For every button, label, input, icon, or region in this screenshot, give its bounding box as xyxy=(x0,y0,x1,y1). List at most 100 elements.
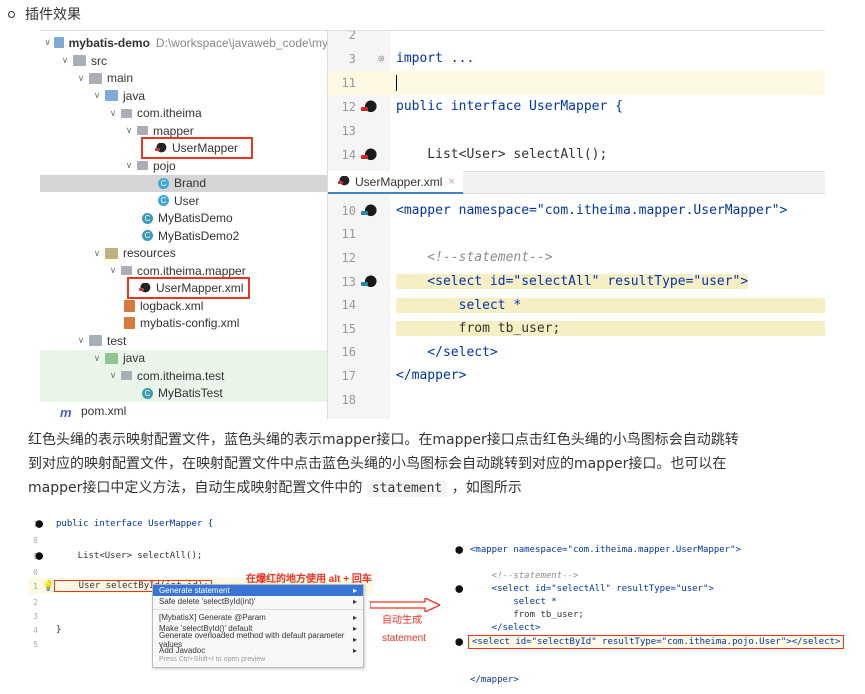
mybatis-bird-icon[interactable] xyxy=(32,551,44,561)
menu-item-generate-param[interactable]: [MybatisX] Generate @Param ▸ xyxy=(153,612,363,623)
tree-row-main[interactable]: ∨ main xyxy=(40,70,327,88)
project-tree: ∨ mybatis-demo D:\workspace\javaweb_code… xyxy=(40,31,328,419)
chevron-right-icon: ▸ xyxy=(352,635,357,644)
tree-label: com.itheima xyxy=(137,106,202,121)
tree-label: MyBatisDemo2 xyxy=(158,228,240,243)
tree-label: com.itheima.mapper xyxy=(137,263,246,278)
tree-row-user[interactable]: C User xyxy=(40,192,327,210)
class-icon: C xyxy=(158,177,169,189)
code-editor[interactable]: 2 3 ⊕ import ... 11 12 public interface … xyxy=(328,31,825,419)
runnable-class-icon: C xyxy=(142,387,153,399)
close-icon[interactable]: × xyxy=(448,176,454,188)
tree-row-brand[interactable]: C Brand xyxy=(40,174,327,192)
chevron-down-icon[interactable]: ∨ xyxy=(92,90,102,101)
tree-label: pojo xyxy=(153,158,176,173)
code-text: </mapper> xyxy=(470,675,519,685)
chevron-down-icon[interactable]: ∨ xyxy=(124,125,134,136)
runnable-class-icon: C xyxy=(142,212,153,224)
tree-row-mybatistest[interactable]: C MyBatisTest xyxy=(40,384,327,402)
xml-file-icon xyxy=(124,299,135,312)
section-heading: 插件效果 xyxy=(8,4,81,24)
mybatis-bird-red-icon[interactable] xyxy=(360,147,378,162)
code-line-current: 11 xyxy=(328,71,825,95)
chevron-down-icon[interactable]: ∨ xyxy=(60,55,70,66)
chevron-down-icon[interactable]: ∨ xyxy=(92,353,102,364)
menu-item-generate-overloaded[interactable]: Generate overloaded method with default … xyxy=(153,631,363,649)
tree-row-pom[interactable]: m pom.xml xyxy=(40,402,327,419)
figure-java-editor: 7 public interface UserMapper { 8 9 List… xyxy=(28,512,373,690)
package-icon xyxy=(121,108,132,118)
chevron-down-icon[interactable]: ∨ xyxy=(108,265,118,276)
code-line: 10 <mapper namespace="com.itheima.mapper… xyxy=(328,199,825,223)
paragraph-text: mapper接口中定义方法，自动生成映射配置文件中的 xyxy=(28,480,367,496)
menu-item-safe-delete[interactable]: Safe delete 'selectById(int)' ▸ xyxy=(153,596,363,607)
chevron-down-icon[interactable]: ∨ xyxy=(124,160,134,171)
folder-icon xyxy=(89,335,102,347)
hint-annotation: 在爆红的地方使用 alt + 回车 xyxy=(246,574,372,585)
tree-label: Brand xyxy=(174,176,207,191)
tree-row-mybatisdemo2[interactable]: C MyBatisDemo2 xyxy=(40,227,327,245)
tree-row-project[interactable]: ∨ mybatis-demo D:\workspace\javaweb_code… xyxy=(40,34,327,52)
chevron-right-icon: ▸ xyxy=(352,597,357,606)
code-line: 8 xyxy=(28,532,373,548)
mybatis-bird-icon[interactable] xyxy=(452,545,464,555)
chevron-right-icon: ▸ xyxy=(352,586,357,595)
tree-row-src[interactable]: ∨ src xyxy=(40,52,327,70)
code-text: public interface UserMapper { xyxy=(396,99,623,115)
chevron-down-icon[interactable]: ∨ xyxy=(44,37,51,48)
chevron-down-icon[interactable]: ∨ xyxy=(76,335,86,346)
code-comment: <!--statement--> xyxy=(396,250,553,266)
mybatis-bird-blue-icon[interactable] xyxy=(360,274,378,289)
line-number: 11 xyxy=(341,75,356,90)
fold-icon[interactable]: ⊕ xyxy=(378,52,396,66)
menu-item-add-javadoc[interactable]: Add Javadoc ▸ xyxy=(153,645,363,656)
code-line: 14 select * xyxy=(328,293,825,317)
tree-label: main xyxy=(107,71,134,86)
code-line-generated: <select id="selectById" resultType="com.… xyxy=(448,634,848,650)
intention-menu[interactable]: Generate statement ▸ Safe delete 'selectB… xyxy=(152,584,364,668)
project-name: mybatis-demo xyxy=(68,35,150,50)
chevron-down-icon[interactable]: ∨ xyxy=(76,73,86,84)
tree-row-java[interactable]: ∨ java xyxy=(40,87,327,105)
tree-row-package[interactable]: ∨ com.itheima xyxy=(40,105,327,123)
paragraph-text: ，如图所示 xyxy=(447,480,522,496)
code-text: </select> xyxy=(396,344,498,360)
line-number: 2 xyxy=(33,597,38,607)
line-number: 14 xyxy=(341,298,356,313)
annotation-line: statement xyxy=(382,633,426,644)
mybatis-bird-icon[interactable] xyxy=(452,637,464,647)
line-number: 5 xyxy=(33,639,38,649)
line-number: 15 xyxy=(341,321,356,336)
tree-label: src xyxy=(91,53,107,68)
code-line: 15 from tb_user; xyxy=(328,317,825,341)
tab-usermapper-xml[interactable]: UserMapper.xml × xyxy=(328,171,463,194)
mybatis-bird-icon[interactable] xyxy=(32,519,44,529)
code-line: 12 public interface UserMapper { xyxy=(328,95,825,119)
code-line: 14 List<User> selectAll(); xyxy=(328,143,825,167)
bulb-icon[interactable]: 💡 xyxy=(42,581,54,592)
highlight-box xyxy=(141,137,253,159)
tree-label: mybatis-config.xml xyxy=(140,316,240,331)
code-text: <mapper namespace="com.itheima.mapper.Us… xyxy=(396,203,788,219)
line-number: 14 xyxy=(341,147,356,162)
chevron-down-icon[interactable]: ∨ xyxy=(92,248,102,259)
line-number: 12 xyxy=(341,99,356,114)
tree-row-mybatis-config[interactable]: mybatis-config.xml xyxy=(40,315,327,333)
menu-item-generate-statement[interactable]: Generate statement ▸ xyxy=(153,585,363,596)
mybatis-bird-icon[interactable] xyxy=(452,584,464,594)
mybatis-bird-red-icon[interactable] xyxy=(360,99,378,114)
tree-row-test[interactable]: ∨ test xyxy=(40,332,327,350)
tree-row-logback[interactable]: logback.xml xyxy=(40,297,327,315)
line-number: 1 xyxy=(33,581,38,591)
tree-row-mybatisdemo[interactable]: C MyBatisDemo xyxy=(40,210,327,228)
chevron-down-icon[interactable]: ∨ xyxy=(108,108,118,119)
tree-row-test-package[interactable]: ∨ com.itheima.test xyxy=(40,367,327,385)
tree-row-resources[interactable]: ∨ resources xyxy=(40,245,327,263)
chevron-down-icon[interactable]: ∨ xyxy=(108,370,118,381)
line-number: 17 xyxy=(341,368,356,383)
tree-row-pojo[interactable]: ∨ pojo xyxy=(40,157,327,175)
tree-row-test-java[interactable]: ∨ java xyxy=(40,349,327,367)
mybatis-bird-blue-icon[interactable] xyxy=(360,203,378,218)
code-line: 16 </select> xyxy=(328,341,825,365)
tree-label: MyBatisDemo xyxy=(158,211,233,226)
